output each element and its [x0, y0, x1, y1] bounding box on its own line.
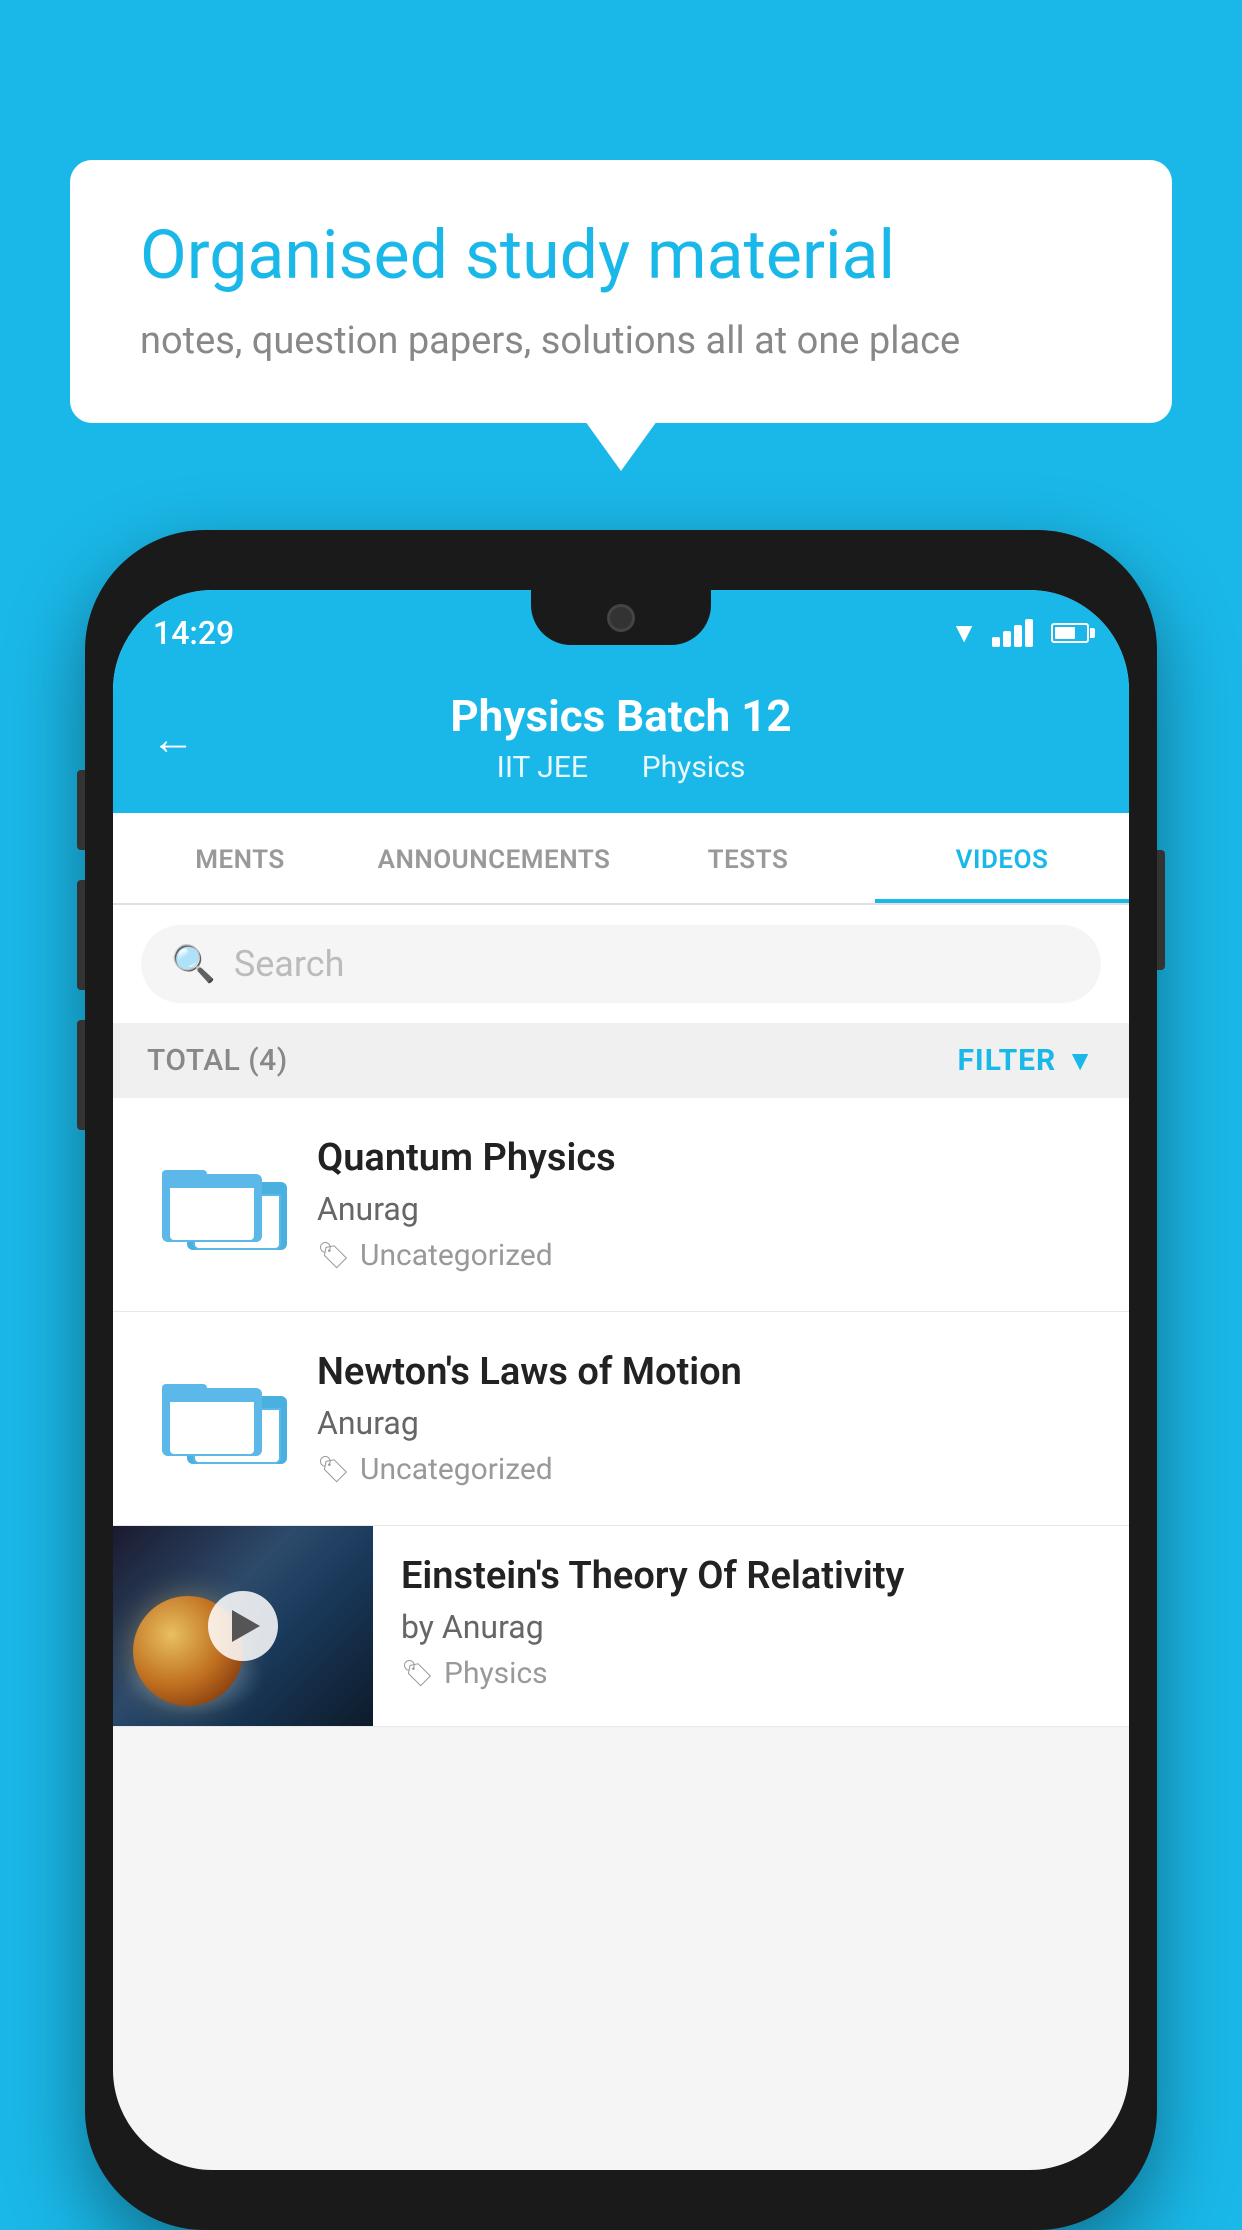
video-info: Quantum Physics Anurag 🏷 Uncategorized	[317, 1136, 1095, 1273]
filter-row: TOTAL (4) FILTER ▼	[113, 1023, 1129, 1098]
volume-up-button	[77, 770, 85, 850]
video-title: Quantum Physics	[317, 1136, 1095, 1180]
tag-icon: 🏷	[317, 1455, 350, 1485]
play-triangle-icon	[232, 1610, 260, 1642]
tab-ments[interactable]: MENTS	[113, 813, 367, 903]
video-thumbnail	[113, 1526, 373, 1726]
list-item[interactable]: Einstein's Theory Of Relativity by Anura…	[113, 1526, 1129, 1727]
video-author: by Anurag	[401, 1608, 1101, 1646]
bubble-subtitle: notes, question papers, solutions all at…	[140, 319, 1102, 363]
tab-videos[interactable]: VIDEOS	[875, 813, 1129, 903]
battery-icon	[1051, 623, 1089, 643]
total-count: TOTAL (4)	[147, 1043, 288, 1078]
tag-icon: 🏷	[317, 1241, 350, 1271]
search-bar-container: 🔍 Search	[113, 905, 1129, 1023]
video-tag: 🏷 Uncategorized	[317, 1238, 1095, 1273]
status-icons: ▼	[950, 616, 1089, 649]
silent-button	[77, 1020, 85, 1130]
camera-dot	[607, 604, 635, 632]
tag-iit-jee: IIT JEE	[497, 750, 588, 785]
video-author: Anurag	[317, 1190, 1095, 1228]
phone-screen: 14:29 ▼ ← Physics Batch 12	[113, 590, 1129, 2170]
speech-bubble-container: Organised study material notes, question…	[70, 160, 1172, 423]
volume-down-button	[77, 880, 85, 990]
page-title: Physics Batch 12	[153, 690, 1089, 742]
tag-text: Physics	[444, 1656, 548, 1691]
folder-front-icon	[162, 1170, 247, 1242]
tabs-bar: MENTS ANNOUNCEMENTS TESTS VIDEOS	[113, 813, 1129, 905]
bubble-title: Organised study material	[140, 215, 1102, 297]
wifi-icon: ▼	[950, 616, 978, 649]
video-author: Anurag	[317, 1404, 1095, 1442]
search-icon: 🔍	[171, 943, 216, 985]
speech-bubble: Organised study material notes, question…	[70, 160, 1172, 423]
filter-button[interactable]: FILTER ▼	[957, 1043, 1095, 1078]
play-button[interactable]	[208, 1591, 278, 1661]
double-folder-icon	[162, 1371, 272, 1466]
search-bar[interactable]: 🔍 Search	[141, 925, 1101, 1003]
tab-announcements[interactable]: ANNOUNCEMENTS	[367, 813, 621, 903]
folder-icon	[147, 1150, 287, 1260]
status-time: 14:29	[153, 614, 234, 652]
video-title: Einstein's Theory Of Relativity	[401, 1554, 1101, 1598]
tag-icon: 🏷	[401, 1659, 434, 1689]
header-subtitle: IIT JEE Physics	[153, 750, 1089, 785]
list-item[interactable]: Newton's Laws of Motion Anurag 🏷 Uncateg…	[113, 1312, 1129, 1526]
phone-frame: 14:29 ▼ ← Physics Batch 12	[85, 530, 1157, 2230]
folder-front-icon	[162, 1384, 247, 1456]
back-button[interactable]: ←	[151, 713, 195, 765]
video-info: Newton's Laws of Motion Anurag 🏷 Uncateg…	[317, 1350, 1095, 1487]
power-button	[1157, 850, 1165, 970]
filter-funnel-icon: ▼	[1066, 1044, 1095, 1077]
tag-text: Uncategorized	[360, 1452, 553, 1487]
signal-icon	[992, 619, 1033, 647]
folder-icon	[147, 1364, 287, 1474]
double-folder-icon	[162, 1157, 272, 1252]
tag-text: Uncategorized	[360, 1238, 553, 1273]
search-input[interactable]: Search	[234, 943, 345, 985]
video-tag: 🏷 Physics	[401, 1656, 1101, 1691]
tag-physics: Physics	[642, 750, 746, 785]
list-item[interactable]: Quantum Physics Anurag 🏷 Uncategorized	[113, 1098, 1129, 1312]
video-tag: 🏷 Uncategorized	[317, 1452, 1095, 1487]
video-title: Newton's Laws of Motion	[317, 1350, 1095, 1394]
phone-notch	[531, 590, 711, 645]
video-info: Einstein's Theory Of Relativity by Anura…	[373, 1526, 1129, 1719]
video-list: Quantum Physics Anurag 🏷 Uncategorized	[113, 1098, 1129, 1727]
app-header: ← Physics Batch 12 IIT JEE Physics	[113, 665, 1129, 813]
tab-tests[interactable]: TESTS	[621, 813, 875, 903]
